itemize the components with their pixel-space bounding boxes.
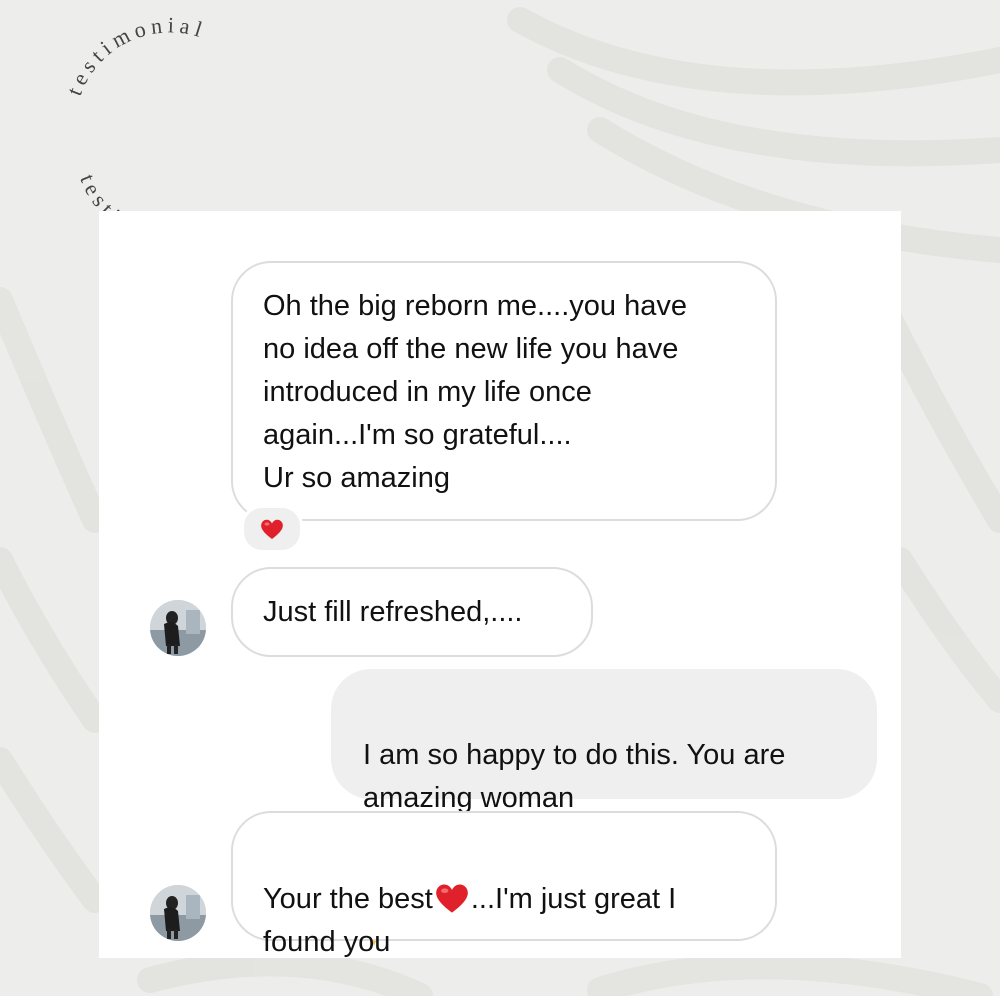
- testimonial-arc-label-top: testimonial: [61, 15, 210, 99]
- message-reaction[interactable]: [241, 505, 303, 553]
- chat-screenshot-card: Oh the big reborn me....you have no idea…: [99, 211, 901, 958]
- avatar-photo: [150, 600, 206, 656]
- svg-text:testimonial: testimonial: [61, 15, 210, 99]
- heart-icon: [436, 884, 468, 913]
- heart-icon: [261, 519, 283, 539]
- testimonial-text-top: testimonial: [61, 15, 205, 99]
- avatar[interactable]: [150, 600, 206, 656]
- avatar[interactable]: [150, 885, 206, 941]
- avatar-photo: [150, 885, 206, 941]
- message-bubble-incoming: Just fill refreshed,....: [231, 567, 593, 657]
- message-text: I am so happy to do this. You are amazin…: [363, 739, 786, 814]
- message-bubble-incoming: Oh the big reborn me....you have no idea…: [231, 261, 777, 521]
- message-text-part1: Your the best: [263, 883, 433, 915]
- message-bubble-incoming: Your the best ...I'm just great I found …: [231, 811, 777, 958]
- message-bubble-outgoing: I am so happy to do this. You are amazin…: [331, 669, 877, 946]
